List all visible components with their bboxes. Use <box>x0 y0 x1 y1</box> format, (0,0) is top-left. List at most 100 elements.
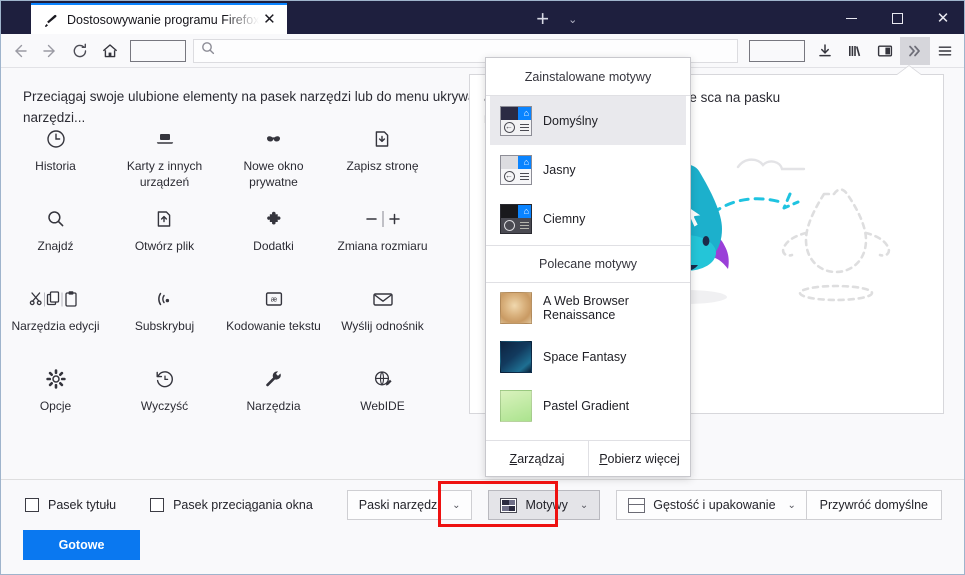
get-more-themes-label: Pobierz więcej <box>599 452 680 466</box>
theme-swatch-default: ⌂ <box>500 105 532 136</box>
titlebar-checkbox[interactable]: Pasek tytułu <box>25 498 116 512</box>
palette-item-label: Narzędzia <box>246 399 301 413</box>
text-encoding-icon: æ <box>219 286 328 312</box>
gear-icon <box>1 366 110 392</box>
mask-icon <box>219 126 328 152</box>
palette-item-label: Wyczyść <box>140 399 189 413</box>
firefox-window: Dostosowywanie programu Firefox ✕ + ⌄ ✕ <box>0 0 965 575</box>
toolbar-drop-target-right[interactable] <box>749 39 805 62</box>
palette-item-label: Nowe okno prywatne <box>243 159 304 189</box>
theme-item-pastel-gradient[interactable]: Pastel Gradient <box>490 381 686 430</box>
palette-item-webide[interactable]: WebIDE <box>328 356 437 436</box>
synced-tabs-icon <box>110 126 219 152</box>
restore-defaults-label: Przywróć domyślne <box>819 498 928 512</box>
palette-item-edit-controls[interactable]: Narzędzia edycji <box>1 276 110 356</box>
palette-item-label: Dodatki <box>253 239 294 253</box>
maximize-button[interactable] <box>874 2 920 34</box>
search-icon <box>1 206 110 232</box>
search-icon <box>201 41 215 60</box>
close-window-button[interactable]: ✕ <box>920 2 964 34</box>
palette-item-label: Historia <box>35 159 76 173</box>
list-all-tabs-button[interactable]: ⌄ <box>558 4 588 34</box>
email-link-icon <box>328 286 437 312</box>
checkbox-box[interactable] <box>25 498 39 512</box>
palette-item-open-file[interactable]: Otwórz plik <box>110 196 219 276</box>
downloads-button[interactable] <box>810 37 840 65</box>
minimize-button[interactable] <box>828 2 874 34</box>
palette-item-history[interactable]: Historia <box>1 116 110 196</box>
done-button[interactable]: Gotowe <box>23 530 140 560</box>
navigation-toolbar <box>1 34 964 68</box>
palette-item-synced-tabs[interactable]: Karty z innych urządzeń <box>110 116 219 196</box>
installed-themes-title: Zainstalowane motywy <box>486 58 690 96</box>
theme-swatch-light: ⌂ <box>500 154 532 185</box>
dragspace-checkbox[interactable]: Pasek przeciągania okna <box>150 498 313 512</box>
theme-name: A Web Browser Renaissance <box>543 293 629 322</box>
palette-item-private-window[interactable]: Nowe okno prywatne <box>219 116 328 196</box>
density-dropdown-button[interactable]: Gęstość i upakowanie ⌄ <box>616 490 808 520</box>
palette-item-developer-tools[interactable]: Narzędzia <box>219 356 328 436</box>
palette-item-subscribe[interactable]: Subskrybuj <box>110 276 219 356</box>
tab-close-icon[interactable]: ✕ <box>259 10 279 30</box>
get-more-themes-button[interactable]: Pobierz więcej <box>588 441 690 476</box>
palette-item-label: Zapisz stronę <box>346 159 419 173</box>
theme-name: Ciemny <box>543 211 586 226</box>
chevron-down-icon: ⌄ <box>579 499 589 511</box>
close-icon: ✕ <box>936 9 950 27</box>
back-button[interactable] <box>5 37 35 65</box>
palette-item-find[interactable]: Znajdź <box>1 196 110 276</box>
palette-item-save-page[interactable]: Zapisz stronę <box>328 116 437 196</box>
themes-dropdown-button[interactable]: Motywy ⌄ <box>488 490 601 520</box>
sidebar-button[interactable] <box>870 37 900 65</box>
theme-item-renaissance[interactable]: A Web Browser Renaissance <box>490 283 686 332</box>
reload-button[interactable] <box>65 37 95 65</box>
palette-item-zoom-controls[interactable]: Zmiana rozmiaru <box>328 196 437 276</box>
palette-item-label: Opcje <box>39 399 72 413</box>
paintbrush-icon <box>43 12 59 28</box>
forward-button[interactable] <box>35 37 65 65</box>
get-more-themes-rest: obierz więcej <box>607 451 680 466</box>
density-icon <box>628 497 646 513</box>
save-page-icon <box>328 126 437 152</box>
tab-customize-firefox[interactable]: Dostosowywanie programu Firefox ✕ <box>31 3 288 34</box>
plus-icon: + <box>536 6 550 31</box>
checkbox-box[interactable] <box>150 498 165 512</box>
palette-item-email-link[interactable]: Wyślij odnośnik <box>328 276 437 356</box>
toolbars-dropdown-button[interactable]: Paski narzędzi ⌄ <box>346 490 473 520</box>
library-button[interactable] <box>840 37 870 65</box>
palette-item-label: Znajdź <box>37 239 74 253</box>
palette-item-text-encoding[interactable]: æ Kodowanie tekstu <box>219 276 328 356</box>
open-file-icon <box>110 206 219 232</box>
new-tab-button[interactable]: + <box>528 4 558 34</box>
manage-themes-button[interactable]: Zarządzaj <box>486 441 588 476</box>
home-button[interactable] <box>95 37 125 65</box>
clock-icon <box>1 126 110 152</box>
chevron-down-icon: ⌄ <box>787 499 796 511</box>
density-label: Gęstość i upakowanie <box>653 498 776 512</box>
puzzle-icon <box>219 206 328 232</box>
palette-item-addons[interactable]: Dodatki <box>219 196 328 276</box>
theme-item-default[interactable]: ⌂ Domyślny <box>490 96 686 145</box>
done-label: Gotowe <box>58 538 105 552</box>
overflow-panel-arrow <box>897 66 921 75</box>
tab-title: Dostosowywanie programu Firefox <box>67 12 260 27</box>
chevron-down-icon: ⌄ <box>452 499 461 511</box>
toolbar-drop-target-left[interactable] <box>130 39 186 62</box>
dragspace-checkbox-label: Pasek przeciągania okna <box>173 498 313 512</box>
palette-item-preferences[interactable]: Opcje <box>1 356 110 436</box>
forget-history-icon <box>110 366 219 392</box>
themes-panel-footer: Zarządzaj Pobierz więcej <box>486 440 690 476</box>
titlebar-checkbox-label: Pasek tytułu <box>48 498 117 512</box>
theme-item-dark[interactable]: ⌂ Ciemny <box>490 194 686 243</box>
app-menu-button[interactable] <box>930 37 960 65</box>
restore-defaults-button[interactable]: Przywróć domyślne <box>805 490 942 520</box>
title-bar: Dostosowywanie programu Firefox ✕ + ⌄ ✕ <box>1 1 964 34</box>
manage-themes-label: Zarządzaj <box>510 452 565 466</box>
theme-name: Jasny <box>543 162 576 177</box>
theme-item-space-fantasy[interactable]: Space Fantasy <box>490 332 686 381</box>
palette-item-forget[interactable]: Wyczyść <box>110 356 219 436</box>
theme-item-light[interactable]: ⌂ Jasny <box>490 145 686 194</box>
themes-icon <box>500 497 518 513</box>
overflow-menu-button[interactable] <box>900 36 930 65</box>
minimize-icon <box>845 17 857 19</box>
